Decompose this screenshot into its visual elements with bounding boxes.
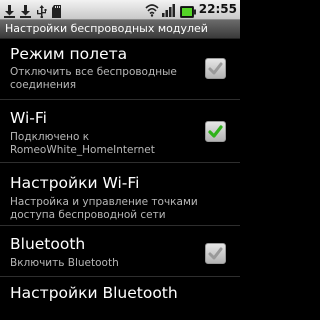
setting-summary: Отключить все беспроводные соединения <box>10 66 177 91</box>
wifi-checkbox[interactable] <box>205 121 226 142</box>
status-bar: 22:55 <box>0 0 240 20</box>
setting-title: Настройки Wi-Fi <box>10 174 140 192</box>
status-time: 22:55 <box>198 2 237 16</box>
page-title: Настройки беспроводных модулей <box>5 22 208 35</box>
setting-summary: Подключено к RomeoWhite_HomeInternet <box>10 131 155 156</box>
setting-bluetooth[interactable]: Bluetooth Включить Bluetooth <box>0 226 240 277</box>
cell-signal-icon <box>162 2 176 21</box>
setting-summary: Включить Bluetooth <box>10 257 119 269</box>
setting-title: Wi-Fi <box>10 109 47 127</box>
settings-list: Режим полета Отключить все беспроводные … <box>0 39 240 320</box>
setting-wifi[interactable]: Wi-Fi Подключено к RomeoWhite_HomeIntern… <box>0 100 240 163</box>
setting-wifi-settings[interactable]: Настройки Wi-Fi Настройка и управление т… <box>0 163 240 226</box>
setting-bluetooth-settings[interactable]: Настройки Bluetooth <box>0 277 240 320</box>
setting-airplane-mode[interactable]: Режим полета Отключить все беспроводные … <box>0 39 240 100</box>
setting-title: Bluetooth <box>10 235 86 253</box>
bluetooth-checkbox[interactable] <box>205 243 226 264</box>
setting-summary: Настройка и управление точками доступа б… <box>10 196 198 221</box>
airplane-mode-checkbox[interactable] <box>205 58 226 79</box>
setting-title: Настройки Bluetooth <box>10 284 178 302</box>
wifi-signal-icon <box>145 2 159 21</box>
setting-title: Режим полета <box>10 45 128 63</box>
title-bar: Настройки беспроводных модулей <box>0 20 240 39</box>
